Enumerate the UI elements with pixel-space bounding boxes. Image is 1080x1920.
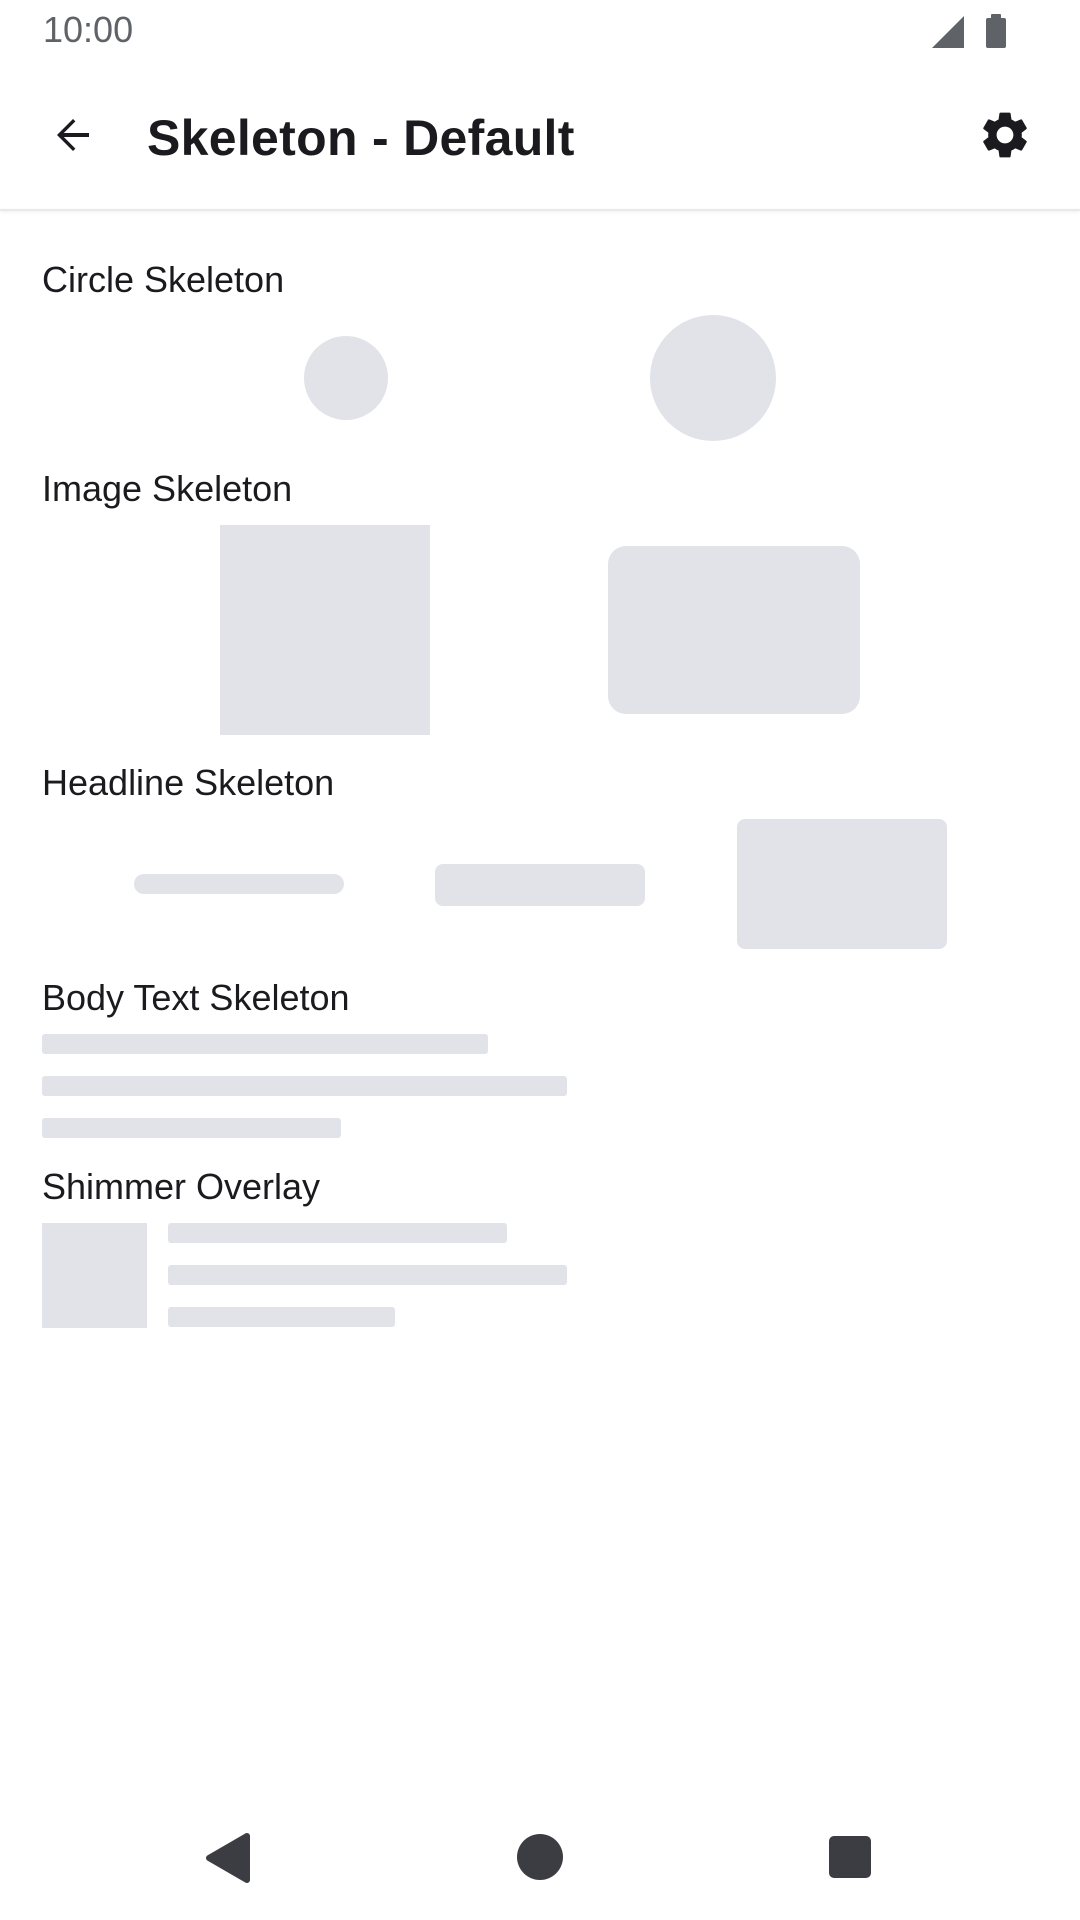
body-text-skeleton-line	[42, 1034, 488, 1054]
app-bar-divider	[0, 209, 1080, 211]
nav-recents-button[interactable]	[829, 1836, 871, 1878]
shimmer-skeleton-thumbnail	[42, 1223, 147, 1328]
arrow-back-icon	[57, 119, 89, 151]
status-icons	[930, 14, 1040, 50]
triangle-back-icon	[206, 1833, 250, 1883]
section-label-circle: Circle Skeleton	[42, 259, 285, 300]
shimmer-skeleton-line	[168, 1265, 567, 1285]
settings-button[interactable]	[970, 100, 1040, 170]
gear-icon	[983, 112, 1027, 158]
status-time: 10:00	[43, 9, 134, 50]
circle-skeleton-large	[650, 315, 776, 441]
headline-skeleton-medium	[435, 864, 645, 906]
image-skeleton-rounded	[608, 546, 860, 714]
signal-battery-icon	[932, 14, 1006, 48]
section-label-body-text: Body Text Skeleton	[42, 977, 350, 1018]
body-text-skeleton-line	[42, 1076, 567, 1096]
nav-home-button[interactable]	[517, 1834, 563, 1880]
nav-back-button[interactable]	[203, 1832, 253, 1884]
body-text-skeleton-line	[42, 1118, 341, 1138]
headline-skeleton-small	[134, 874, 344, 894]
page-title: Skeleton - Default	[147, 110, 575, 166]
circle-skeleton-small	[304, 336, 388, 420]
section-label-image: Image Skeleton	[42, 468, 293, 509]
shimmer-skeleton-line	[168, 1223, 507, 1243]
back-button[interactable]	[38, 100, 108, 170]
section-label-headline: Headline Skeleton	[42, 762, 335, 803]
headline-skeleton-large	[737, 819, 947, 949]
image-skeleton-square	[220, 525, 430, 735]
shimmer-skeleton-line	[168, 1307, 395, 1327]
section-label-shimmer: Shimmer Overlay	[42, 1166, 321, 1207]
